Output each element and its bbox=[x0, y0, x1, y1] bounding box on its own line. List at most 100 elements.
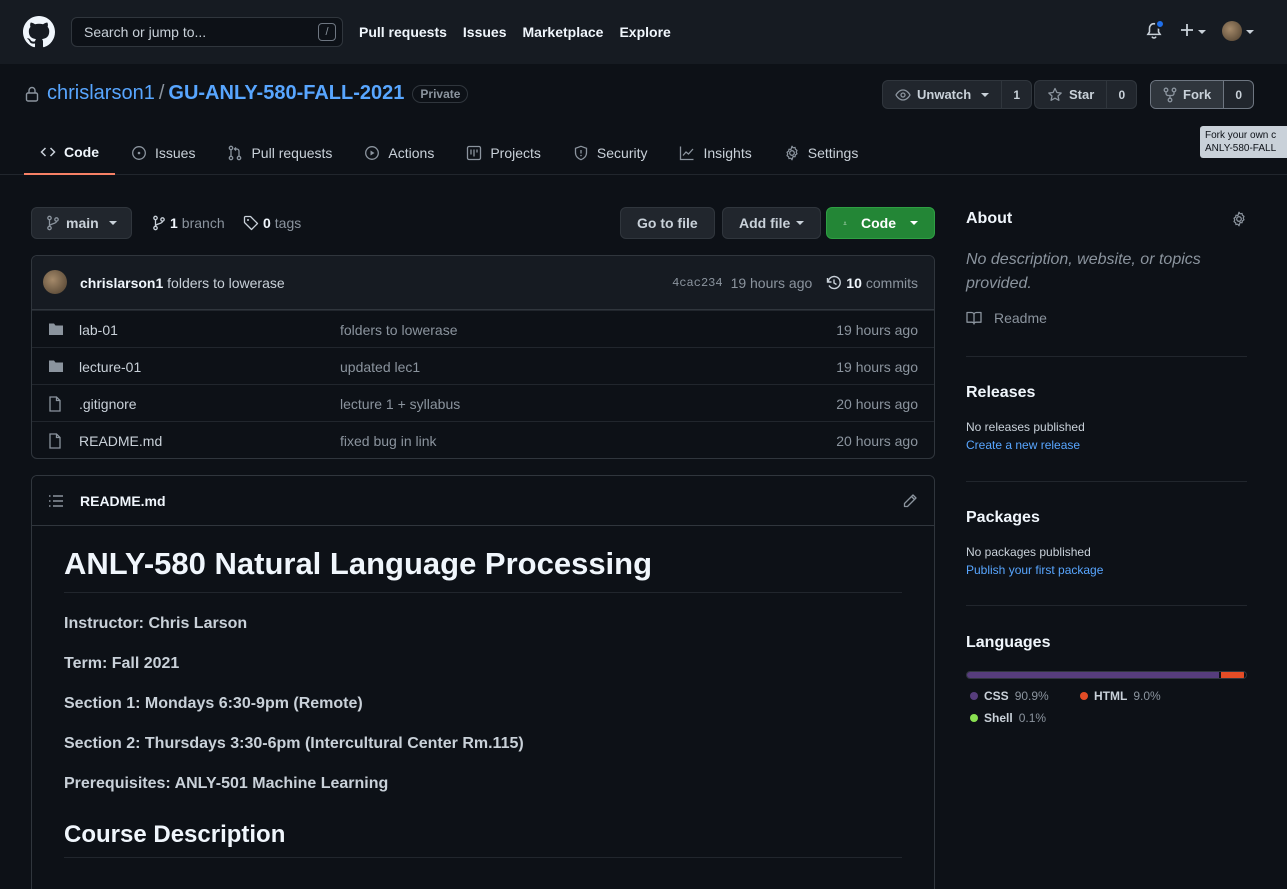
branch-label: branch bbox=[181, 215, 225, 231]
stars-count[interactable]: 0 bbox=[1107, 81, 1136, 108]
file-row[interactable]: lab-01 folders to lowerase 19 hours ago bbox=[32, 310, 934, 347]
repo-title-separator: / bbox=[158, 82, 165, 104]
file-commit-message[interactable]: lecture 1 + syllabus bbox=[340, 396, 460, 412]
readme-filename: README.md bbox=[80, 493, 166, 509]
go-to-file-button[interactable]: Go to file bbox=[620, 207, 715, 239]
branches-link[interactable]: 1 branch bbox=[152, 215, 225, 231]
file-row[interactable]: README.md fixed bug in link 20 hours ago bbox=[32, 421, 934, 458]
nav-pull-requests[interactable]: Pull requests bbox=[359, 24, 447, 40]
packages-section: Packages No packages published Publish y… bbox=[966, 509, 1247, 577]
star-button[interactable]: Star bbox=[1035, 81, 1108, 108]
tab-security[interactable]: Security bbox=[557, 130, 664, 175]
nav-explore[interactable]: Explore bbox=[619, 24, 670, 40]
pull-request-icon bbox=[229, 145, 242, 160]
branch-caret-icon bbox=[108, 221, 117, 225]
search-input[interactable]: Search or jump to... / bbox=[71, 17, 343, 47]
file-row[interactable]: .gitignore lecture 1 + syllabus 20 hours… bbox=[32, 384, 934, 421]
file-name[interactable]: .gitignore bbox=[79, 396, 137, 412]
file-commit-message[interactable]: updated lec1 bbox=[340, 359, 420, 375]
language-name: CSS bbox=[984, 689, 1009, 703]
user-avatar[interactable] bbox=[1222, 21, 1242, 41]
github-logo-icon[interactable] bbox=[23, 16, 55, 48]
file-name[interactable]: lab-01 bbox=[79, 322, 118, 338]
nav-issues[interactable]: Issues bbox=[463, 24, 507, 40]
edit-pencil-icon[interactable] bbox=[902, 493, 918, 509]
releases-title[interactable]: Releases bbox=[966, 384, 1247, 402]
tab-insights[interactable]: Insights bbox=[663, 130, 767, 175]
list-icon[interactable] bbox=[48, 494, 64, 508]
language-legend-shell[interactable]: Shell 0.1% bbox=[970, 711, 1046, 725]
readme-link[interactable]: Readme bbox=[966, 310, 1247, 326]
branch-icon bbox=[47, 215, 59, 231]
file-commit-message[interactable]: folders to lowerase bbox=[340, 322, 458, 338]
commit-author[interactable]: chrislarson1 bbox=[80, 275, 163, 291]
about-title: About bbox=[966, 210, 1013, 227]
branch-select-button[interactable]: main bbox=[31, 207, 132, 239]
language-legend-html[interactable]: HTML 9.0% bbox=[1080, 689, 1161, 703]
about-settings-gear-icon[interactable] bbox=[1231, 211, 1247, 227]
create-new-caret-icon[interactable] bbox=[1198, 30, 1206, 34]
file-name[interactable]: README.md bbox=[79, 433, 162, 449]
language-bar-segment-html[interactable] bbox=[1220, 672, 1244, 678]
notification-indicator bbox=[1155, 19, 1165, 29]
user-menu-caret-icon[interactable] bbox=[1246, 30, 1254, 34]
repo-name-link[interactable]: GU-ANLY-580-FALL-2021 bbox=[168, 82, 404, 105]
code-caret-icon bbox=[910, 221, 918, 225]
html-color-dot bbox=[1080, 692, 1088, 700]
language-bar-segment-css[interactable] bbox=[967, 672, 1219, 678]
add-file-caret-icon bbox=[796, 221, 805, 225]
file-icon bbox=[48, 433, 62, 449]
css-color-dot bbox=[970, 692, 978, 700]
packages-title[interactable]: Packages bbox=[966, 509, 1247, 527]
commit-author-avatar[interactable] bbox=[43, 270, 67, 294]
shield-icon bbox=[574, 145, 588, 160]
nav-marketplace[interactable]: Marketplace bbox=[523, 24, 604, 40]
unwatch-button-group: Unwatch 1 bbox=[882, 80, 1033, 109]
tab-insights-label: Insights bbox=[703, 144, 752, 161]
language-legend-css[interactable]: CSS 90.9% bbox=[970, 689, 1049, 703]
tab-pull-requests[interactable]: Pull requests bbox=[211, 130, 348, 175]
code-download-button[interactable]: Code bbox=[826, 207, 935, 239]
readme-header: README.md bbox=[32, 476, 934, 526]
eye-icon bbox=[895, 88, 911, 101]
repo-header: chrislarson1 / GU-ANLY-580-FALL-2021 Pri… bbox=[0, 64, 1287, 175]
file-row[interactable]: lecture-01 updated lec1 19 hours ago bbox=[32, 347, 934, 384]
tab-code[interactable]: Code bbox=[24, 130, 115, 175]
add-file-button[interactable]: Add file bbox=[722, 207, 822, 239]
readme-line-prereqs: Prerequisites: ANLY-501 Machine Learning bbox=[64, 775, 389, 792]
tab-pull-requests-label: Pull requests bbox=[251, 144, 333, 161]
tab-projects[interactable]: Projects bbox=[450, 130, 557, 175]
top-navbar: Search or jump to... / Pull requests Iss… bbox=[0, 0, 1287, 64]
forks-count[interactable]: 0 bbox=[1224, 81, 1253, 108]
readme-link-label: Readme bbox=[994, 310, 1047, 326]
code-download-label: Code bbox=[861, 215, 896, 231]
commits-link[interactable]: 10 commits bbox=[826, 275, 918, 291]
fork-button[interactable]: Fork bbox=[1151, 81, 1225, 108]
download-icon bbox=[843, 221, 847, 225]
fork-tooltip-line2: ANLY-580-FALL bbox=[1205, 143, 1277, 154]
publish-package-link[interactable]: Publish your first package bbox=[966, 563, 1247, 577]
commit-sha[interactable]: 4cac234 bbox=[672, 276, 722, 290]
play-icon bbox=[365, 145, 380, 160]
tab-actions[interactable]: Actions bbox=[348, 130, 450, 175]
file-name[interactable]: lecture-01 bbox=[79, 359, 141, 375]
file-commit-message[interactable]: fixed bug in link bbox=[340, 433, 437, 449]
language-name: HTML bbox=[1094, 689, 1128, 703]
create-new-plus-icon[interactable] bbox=[1180, 23, 1194, 37]
latest-commit-message: chrislarson1 folders to lowerase bbox=[80, 275, 285, 291]
tab-settings[interactable]: Settings bbox=[768, 130, 875, 175]
language-bar-segment-shell[interactable] bbox=[1245, 672, 1246, 678]
language-percent: 9.0% bbox=[1133, 689, 1161, 703]
tab-issues[interactable]: Issues bbox=[115, 130, 211, 175]
file-list: chrislarson1 folders to lowerase 4cac234… bbox=[31, 255, 935, 459]
unwatch-button[interactable]: Unwatch bbox=[883, 81, 1003, 108]
fork-tooltip-line1: Fork your own c bbox=[1205, 130, 1277, 141]
watchers-count[interactable]: 1 bbox=[1002, 81, 1031, 108]
repo-owner-link[interactable]: chrislarson1 bbox=[47, 82, 155, 105]
readme-subheading: Course Description bbox=[64, 821, 902, 858]
commit-label: commits bbox=[865, 275, 918, 291]
commit-message[interactable]: folders to lowerase bbox=[167, 275, 285, 291]
tags-link[interactable]: 0 tags bbox=[243, 215, 301, 231]
project-icon bbox=[467, 145, 482, 160]
create-release-link[interactable]: Create a new release bbox=[966, 438, 1247, 452]
